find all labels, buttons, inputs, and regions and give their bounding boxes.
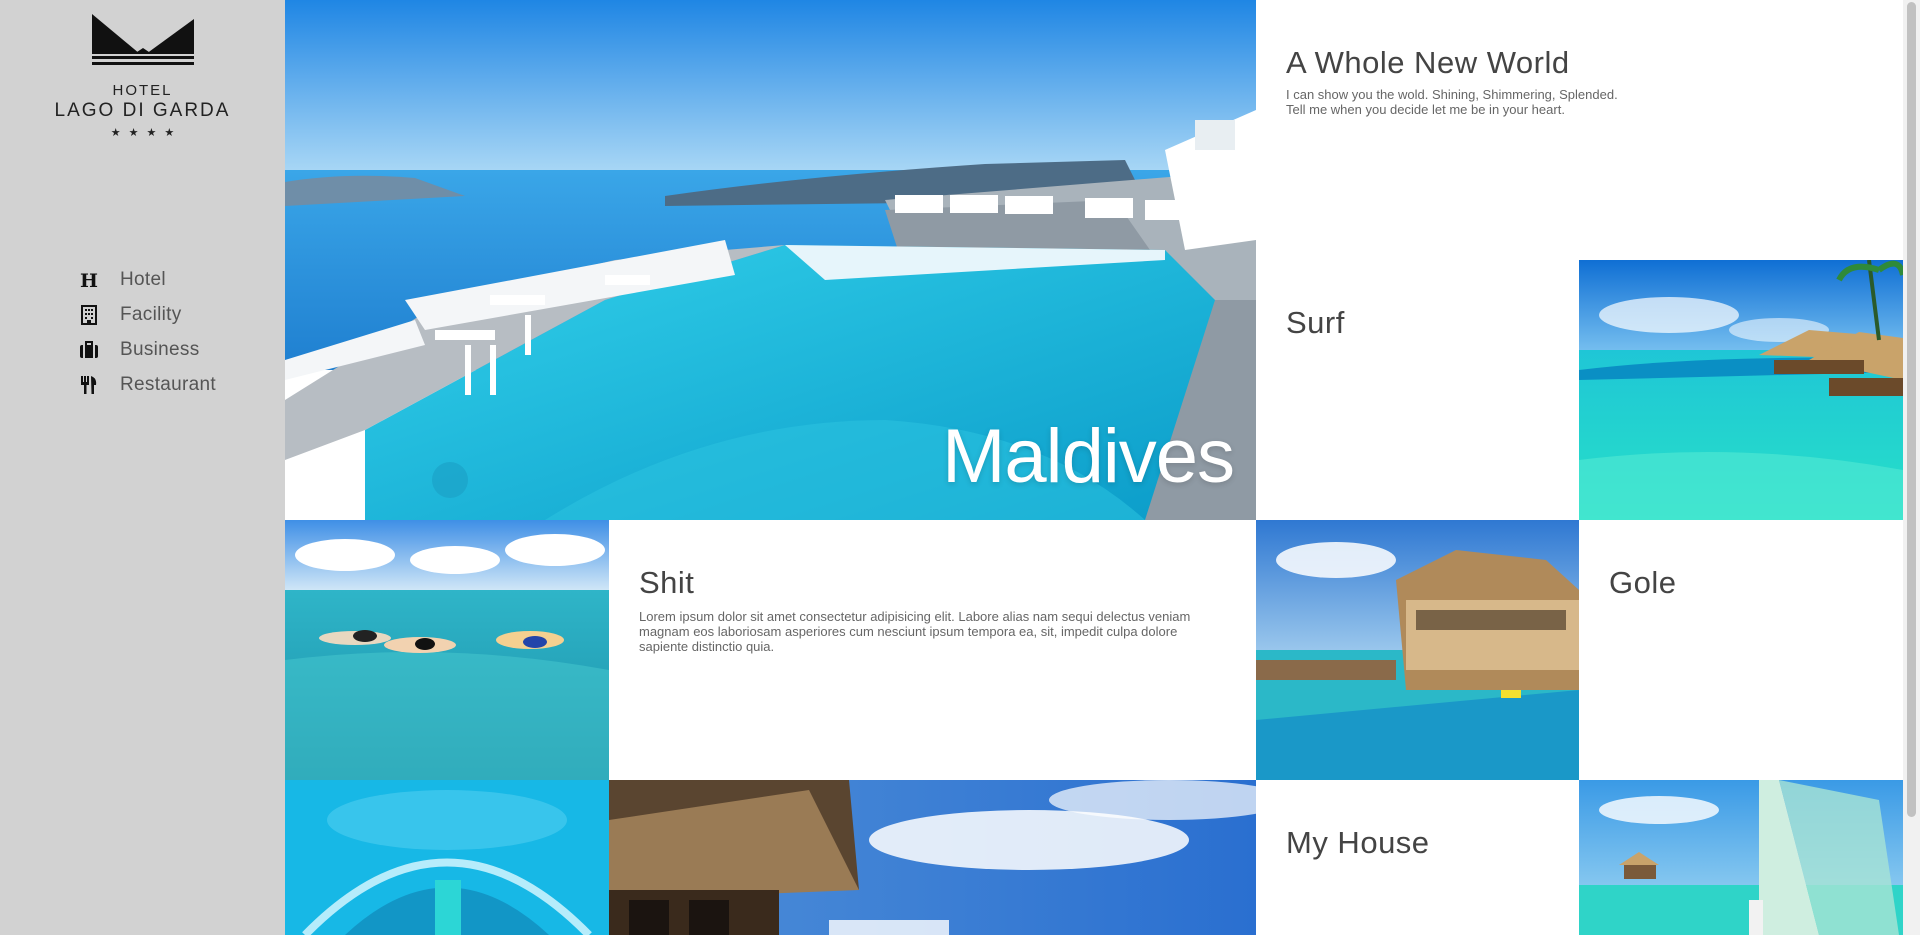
nav-item-facility[interactable]: Facility [78, 297, 216, 332]
page-scrollbar[interactable] [1903, 0, 1920, 935]
surf-title: Surf [1286, 305, 1345, 340]
thatched-bungalow-photo [609, 780, 1256, 935]
snorkelers-photo [285, 520, 609, 780]
surf-image-tile[interactable] [1579, 260, 1903, 520]
nav-item-hotel[interactable]: H Hotel [78, 262, 216, 297]
cutlery-icon [78, 374, 100, 396]
gole-title: Gole [1609, 565, 1677, 600]
my-house-text-tile[interactable]: My House [1256, 780, 1579, 935]
shit-desc: Lorem ipsum dolor sit amet consectetur a… [639, 609, 1191, 654]
bungalow-lagoon-photo [1579, 260, 1903, 520]
logo-stars: ★★★★ [110, 126, 183, 139]
hero-pool-tile[interactable]: Maldives [285, 0, 1256, 520]
sailboat-image-tile[interactable] [1579, 780, 1903, 935]
intro-desc: I can show you the wold. Shining, Shimme… [1286, 87, 1873, 117]
surf-text-tile[interactable]: Surf [1256, 260, 1579, 520]
intro-desc-line-1: I can show you the wold. Shining, Shimme… [1286, 87, 1618, 102]
hotel-logo[interactable]: HOTEL LAGO DI GARDA ★★★★ [0, 14, 285, 139]
resort-pool-photo [1256, 520, 1579, 780]
bungalow-sky-image-tile[interactable] [609, 780, 1256, 935]
underwater-image-tile[interactable] [285, 780, 609, 935]
logo-line-hotel: HOTEL [112, 82, 173, 99]
sidebar: HOTEL LAGO DI GARDA ★★★★ H Hotel Facilit… [0, 0, 285, 935]
gole-text-tile[interactable]: Gole [1579, 520, 1903, 780]
intro-text-tile: A Whole New World I can show you the wol… [1256, 0, 1903, 260]
scrollbar-thumb[interactable] [1907, 2, 1916, 817]
my-house-title: My House [1286, 825, 1430, 860]
shit-image-tile[interactable] [285, 520, 609, 780]
nav-label: Restaurant [120, 373, 216, 395]
logo-mark-icon [91, 14, 194, 65]
hero-caption: Maldives [942, 414, 1235, 499]
building-icon [78, 304, 100, 326]
nav-label: Facility [120, 303, 182, 325]
nav-item-restaurant[interactable]: Restaurant [78, 367, 216, 402]
nav-item-business[interactable]: Business [78, 332, 216, 367]
nav-label: Hotel [120, 268, 166, 290]
sailboat-lagoon-photo [1579, 780, 1903, 935]
logo-line-name: LAGO DI GARDA [54, 100, 231, 121]
gole-image-tile[interactable] [1256, 520, 1579, 780]
main-nav: H Hotel Facility Business Restaurant [78, 262, 216, 402]
briefcase-icon [78, 339, 100, 361]
intro-title: A Whole New World [1286, 45, 1570, 80]
nav-label: Business [120, 338, 200, 360]
shit-title: Shit [639, 565, 695, 600]
intro-desc-line-2: Tell me when you decide let me be in you… [1286, 102, 1565, 117]
underwater-restaurant-photo [285, 780, 609, 935]
hotel-h-icon: H [78, 269, 100, 291]
svg-text:H: H [80, 270, 98, 290]
shit-text-tile[interactable]: Shit Lorem ipsum dolor sit amet consecte… [609, 520, 1256, 780]
